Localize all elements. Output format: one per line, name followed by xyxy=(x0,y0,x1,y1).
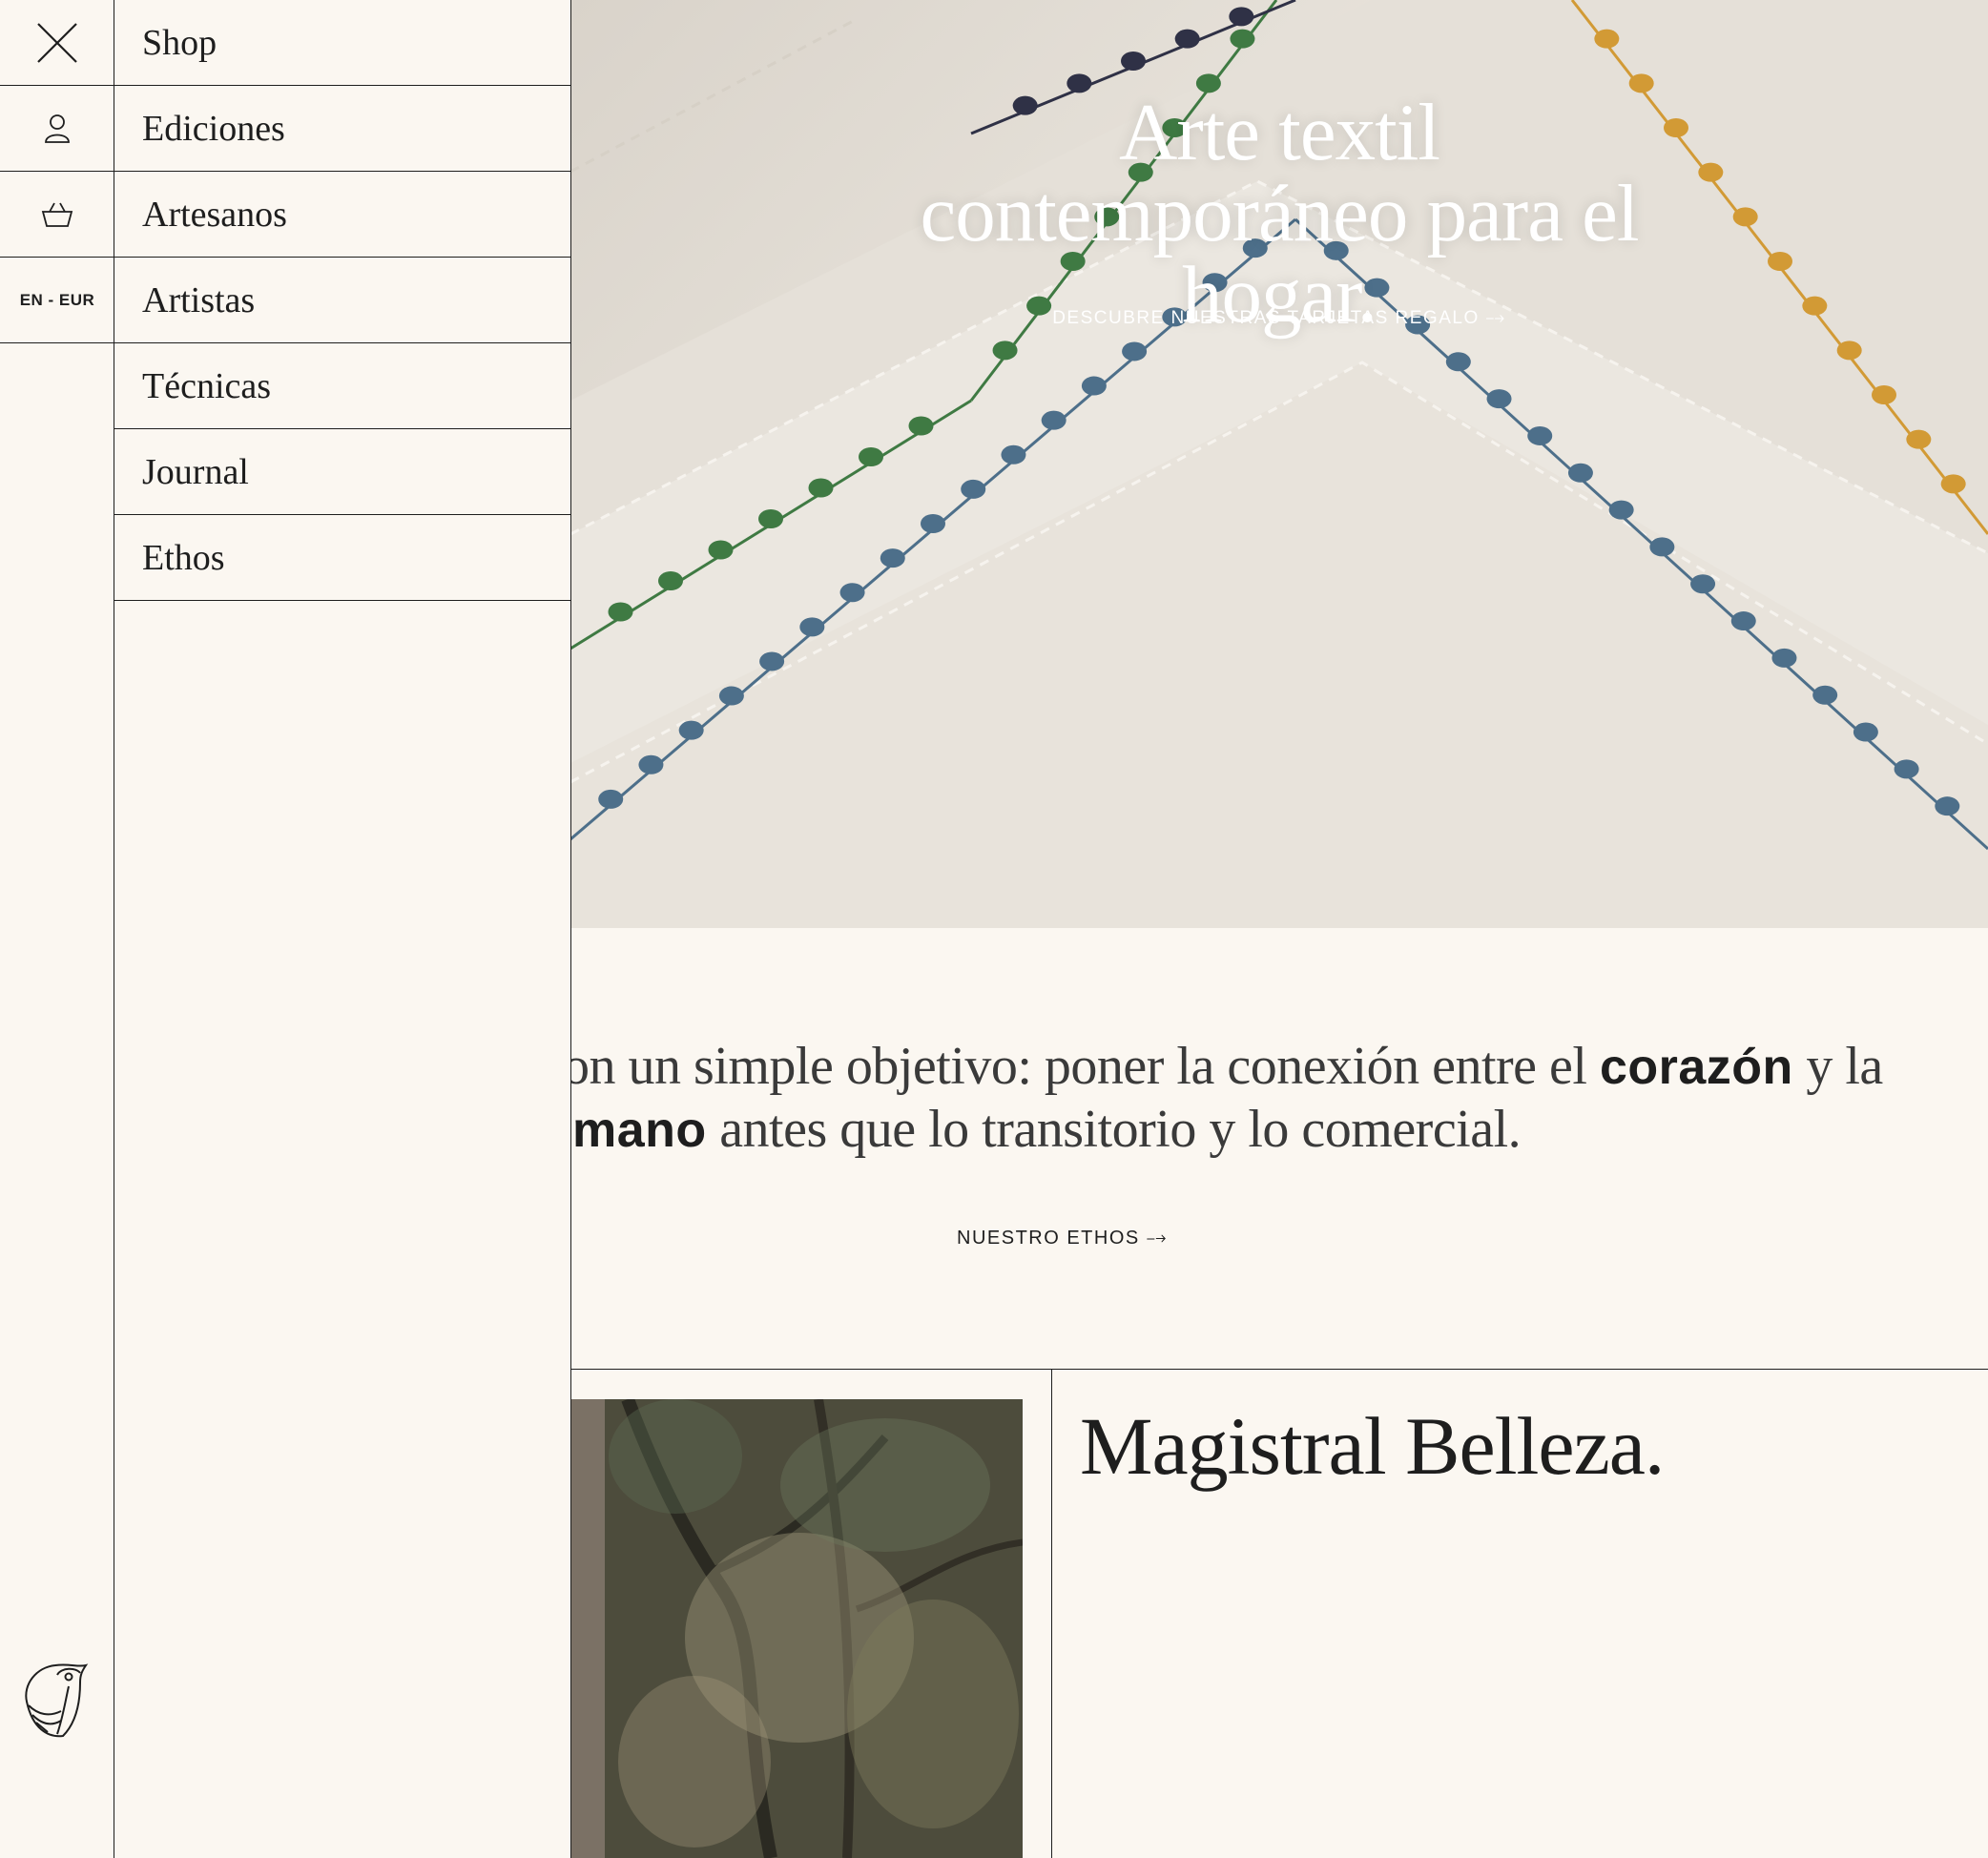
stitch-knot xyxy=(961,479,986,499)
stitch-knot xyxy=(1121,52,1146,71)
stitch-knot xyxy=(1628,73,1654,93)
stitch-knot xyxy=(859,447,883,466)
stitch-knot xyxy=(1567,463,1593,483)
section-divider xyxy=(570,1369,1988,1370)
stitch-knot xyxy=(759,651,785,671)
stitch-knot xyxy=(1081,376,1107,396)
menu-item-tecnicas[interactable]: Técnicas xyxy=(114,343,570,429)
stitch-knot xyxy=(1041,410,1066,430)
section-divider-vertical xyxy=(1051,1369,1052,1858)
basket-icon xyxy=(41,202,73,227)
stitch-knot xyxy=(808,478,834,498)
stitch-knot xyxy=(1836,341,1862,361)
our-ethos-link[interactable]: NUESTRO ETHOS ⤍ xyxy=(957,1228,1168,1249)
stitch-knot xyxy=(1872,385,1896,404)
menu-item-ediciones[interactable]: Ediciones xyxy=(114,86,570,172)
menu-item-artesanos[interactable]: Artesanos xyxy=(114,172,570,258)
stitch-knot xyxy=(908,416,934,436)
statement-text: antes que lo transitorio y lo comercial. xyxy=(706,1100,1522,1159)
menu-rail: EN - EUR xyxy=(0,0,114,1858)
hero-title-line: Arte textil xyxy=(1119,87,1440,177)
stitch-knot xyxy=(1649,537,1675,557)
hero-title: Arte textil contemporáneo para el hogar. xyxy=(570,87,1988,336)
stitch-knot xyxy=(1445,352,1471,372)
cart-button[interactable] xyxy=(0,172,114,258)
stitch-knot xyxy=(1730,611,1756,631)
statement-text: on un simple objetivo: poner la conexión… xyxy=(570,1037,1600,1096)
stitch-knot xyxy=(658,571,683,590)
artwork-image[interactable] xyxy=(570,1399,1023,1858)
close-icon xyxy=(37,22,77,63)
stitch-knot xyxy=(1771,648,1797,668)
stitch-knot xyxy=(1608,500,1634,520)
stitch-knot xyxy=(1527,425,1553,445)
user-icon xyxy=(45,114,70,143)
stitch-knot xyxy=(708,540,734,560)
stitch-knot xyxy=(1229,7,1254,27)
menu-item-shop[interactable]: Shop xyxy=(114,0,570,86)
stitch-knot xyxy=(880,548,905,568)
stitch-knot xyxy=(839,583,865,603)
stitch-knot xyxy=(1001,444,1026,464)
hero-title-line: contemporáneo para el xyxy=(920,168,1639,258)
menu-item-ethos[interactable]: Ethos xyxy=(114,515,570,601)
stitch-knot xyxy=(1894,759,1919,779)
statement-line-2: mano antes que lo transitorio y lo comer… xyxy=(572,1098,1522,1162)
menu-item-journal[interactable]: Journal xyxy=(114,429,570,515)
stitch-knot xyxy=(1906,429,1932,449)
statement-bold: corazón xyxy=(1599,1040,1793,1095)
stitch-knot xyxy=(992,341,1018,361)
statement-line-1: on un simple objetivo: poner la conexión… xyxy=(570,1035,1883,1099)
stitch-knot xyxy=(1066,73,1092,93)
stitch-knot xyxy=(1594,29,1620,49)
stitch-knot xyxy=(1174,29,1200,49)
stitch-knot xyxy=(1230,29,1255,49)
stitch-knot xyxy=(678,720,704,740)
bird-logo-icon[interactable] xyxy=(19,1658,92,1740)
account-button[interactable] xyxy=(0,86,114,172)
language-currency-selector[interactable]: EN - EUR xyxy=(0,258,114,343)
forest-artwork xyxy=(570,1399,1023,1858)
stitch-knot xyxy=(1940,474,1966,494)
menu-panel: Shop Ediciones Artesanos Artistas Técnic… xyxy=(114,0,571,1858)
stitch-knot xyxy=(758,509,783,528)
stitch-knot xyxy=(799,617,825,637)
stitch-knot xyxy=(638,754,664,774)
stitch-knot xyxy=(1122,341,1148,361)
gift-cards-link[interactable]: DESCUBRE NUESTRAS TARJETAS REGALO ⤍ xyxy=(570,308,1988,329)
close-menu-button[interactable] xyxy=(0,0,114,86)
feature-title: Magistral Belleza. xyxy=(1080,1400,1665,1492)
hero-banner: Arte textil contemporáneo para el hogar.… xyxy=(570,0,1988,928)
stitch-knot xyxy=(1690,574,1716,594)
stitch-knot xyxy=(1486,389,1512,409)
stitch-knot xyxy=(598,789,624,809)
statement-text: y la xyxy=(1792,1037,1883,1096)
stitch-knot xyxy=(1935,796,1960,816)
stitch-knot xyxy=(1812,685,1838,705)
menu-item-artistas[interactable]: Artistas xyxy=(114,258,570,343)
statement-bold: mano xyxy=(572,1103,707,1158)
brand-statement: on un simple objetivo: poner la conexión… xyxy=(570,1035,1988,1168)
stitch-knot xyxy=(718,686,744,706)
stitch-knot xyxy=(921,514,945,533)
language-currency-label: EN - EUR xyxy=(19,290,95,309)
stitch-knot xyxy=(1853,722,1878,742)
stitch-knot xyxy=(608,602,633,622)
